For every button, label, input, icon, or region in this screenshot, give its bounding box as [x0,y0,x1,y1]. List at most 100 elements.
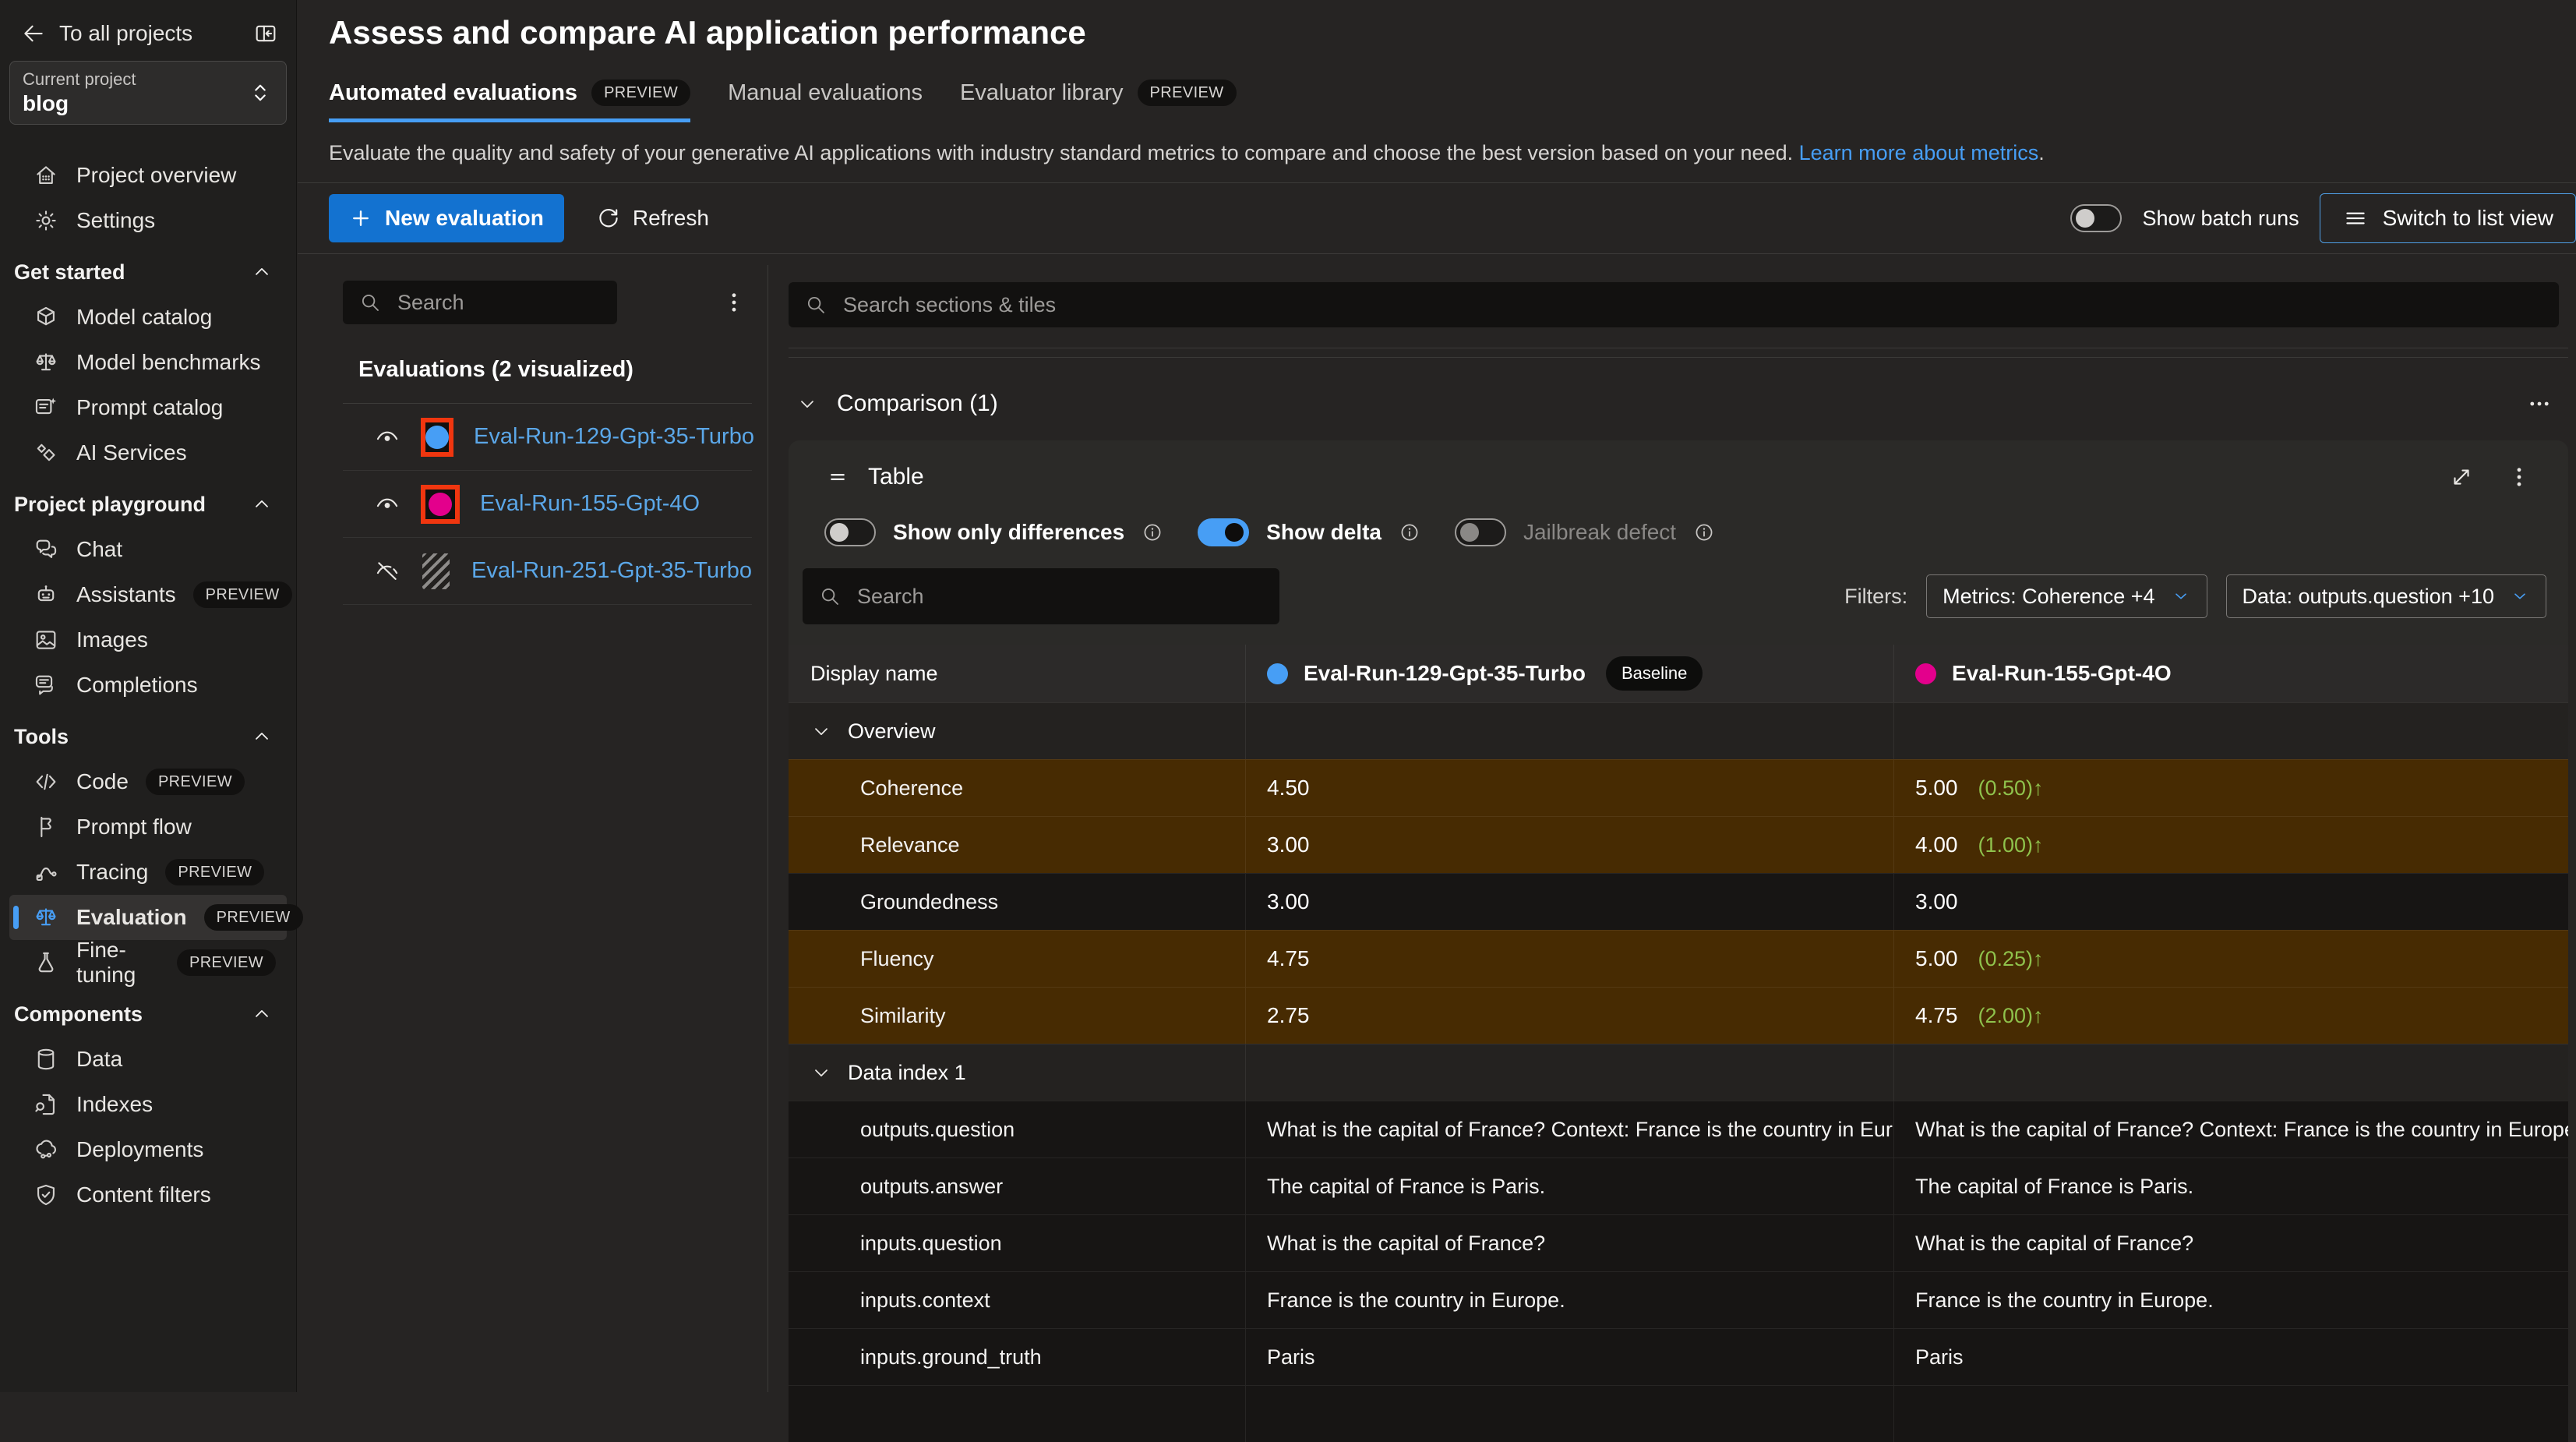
info-icon[interactable] [1399,521,1420,543]
image-icon [33,627,59,653]
project-selector[interactable]: Current project blog [9,61,287,125]
run-color-dot [1915,663,1936,684]
eye-icon[interactable] [374,424,401,451]
collapse-panel-icon[interactable] [252,20,279,47]
diamonds-icon [33,440,59,466]
info-icon[interactable] [1693,521,1715,543]
show-only-differences-toggle[interactable] [824,518,876,546]
sections-search[interactable] [789,282,2559,327]
run-name-link[interactable]: Eval-Run-155-Gpt-4O [480,491,700,517]
eye-off-icon[interactable] [374,558,401,585]
chevron-down-icon[interactable] [796,393,818,415]
show-batch-runs-toggle[interactable] [2070,204,2122,232]
evaluations-search-input[interactable] [396,290,602,316]
sidebar-item-settings[interactable]: Settings [9,198,287,243]
sidebar-item-code[interactable]: CodePREVIEW [9,759,287,804]
tab-manual-evaluations[interactable]: Manual evaluations [728,80,923,122]
new-evaluation-button[interactable]: New evaluation [329,194,564,242]
sidebar-item-content-filters[interactable]: Content filters [9,1172,287,1218]
evaluations-more-button[interactable] [716,285,752,320]
sidebar-item-data[interactable]: Data [9,1037,287,1082]
sidebar-item-deployments[interactable]: Deployments [9,1127,287,1172]
sidebar-item-tracing[interactable]: TracingPREVIEW [9,850,287,895]
tab-evaluator-library[interactable]: Evaluator library PREVIEW [960,80,1237,122]
show-delta-toggle[interactable] [1198,518,1249,546]
drag-grip-icon[interactable] [824,464,851,490]
sidebar-item-prompt-catalog[interactable]: Prompt catalog [9,385,287,430]
section-header-cell[interactable]: Overview [789,702,1245,759]
sidebar-item-ai-services[interactable]: AI Services [9,430,287,475]
show-batch-runs-label: Show batch runs [2142,207,2299,231]
tile-more-button[interactable] [2506,464,2532,490]
shield-icon [33,1182,59,1208]
table-row: Similarity2.754.75(2.00)↑ [789,987,2568,1044]
metrics-filter-dropdown[interactable]: Metrics: Coherence +4 [1926,574,2207,618]
chevron-up-icon [251,493,273,515]
docsearch-icon [33,1091,59,1118]
list-view-icon [2342,205,2369,231]
sidebar-item-model-benchmarks[interactable]: Model benchmarks [9,340,287,385]
jailbreak-defect-toggle[interactable] [1455,518,1506,546]
table-row: inputs.ground_truthParisParis [789,1328,2568,1385]
run-name: Eval-Run-129-Gpt-35-Turbo [1304,661,1586,686]
preview-badge: PREVIEW [193,581,292,608]
run-color-swatch[interactable] [421,418,453,457]
chevron-up-icon [251,726,273,748]
chevron-down-icon [2171,586,2191,606]
evaluations-search[interactable] [343,281,617,324]
metric-name-cell: Fluency [789,930,1245,987]
table-search[interactable] [803,568,1279,624]
expand-icon[interactable] [2448,464,2475,490]
evaluations-panel-top [343,281,752,324]
plus-icon [349,207,372,230]
toolbar-right: Show batch runs Switch to list view [2070,193,2576,243]
baseline-value-cell: 2.75 [1245,987,1893,1044]
run-color-swatch[interactable] [421,485,460,524]
sidebar-item-chat[interactable]: Chat [9,527,287,572]
table-search-input[interactable] [856,584,1264,610]
refresh-button[interactable]: Refresh [595,205,709,231]
scales-icon [33,904,59,931]
empty-cell [1893,1385,2568,1442]
metric-name-cell: Groundedness [789,873,1245,930]
table-row: inputs.questionWhat is the capital of Fr… [789,1214,2568,1271]
baseline-value: What is the capital of France? Context: … [1267,1118,1893,1142]
tab-automated-evaluations[interactable]: Automated evaluations PREVIEW [329,80,690,122]
sidebar-item-completions[interactable]: Completions [9,663,287,708]
sidebar-item-label: Content filters [76,1182,211,1207]
sidebar-section-components[interactable]: Components [0,991,296,1037]
switch-to-list-view-button[interactable]: Switch to list view [2320,193,2576,243]
info-icon[interactable] [1142,521,1163,543]
run-name-link[interactable]: Eval-Run-251-Gpt-35-Turbo [471,558,752,584]
sidebar-item-images[interactable]: Images [9,617,287,663]
sidebar-item-assistants[interactable]: AssistantsPREVIEW [9,572,287,617]
sidebar-section-tools[interactable]: Tools [0,714,296,759]
baseline-value: The capital of France is Paris. [1267,1175,1545,1199]
page-description: Evaluate the quality and safety of your … [329,141,2576,165]
comparison-more-button[interactable] [2521,386,2557,422]
chevron-down-icon [2510,586,2530,606]
sidebar-item-evaluation[interactable]: EvaluationPREVIEW [9,895,287,940]
sidebar-item-project-overview[interactable]: Project overview [9,153,287,198]
section-label: Overview [848,719,936,744]
run-list-item: Eval-Run-251-Gpt-35-Turbo [343,538,752,605]
sidebar-section-project-playground[interactable]: Project playground [0,482,296,527]
chevron-updown-icon [247,80,273,106]
learn-more-link[interactable]: Learn more about metrics [1799,141,2039,164]
sections-search-input[interactable] [842,292,2543,318]
run-name-link[interactable]: Eval-Run-129-Gpt-35-Turbo [474,424,754,450]
section-header-cell[interactable]: Data index 1 [789,1044,1245,1101]
empty-cell [789,1385,1245,1442]
table-body: OverviewCoherence4.505.00(0.50)↑Relevanc… [789,702,2568,1442]
sidebar-item-indexes[interactable]: Indexes [9,1082,287,1127]
tile-title: Table [868,464,924,490]
sidebar-item-model-catalog[interactable]: Model catalog [9,295,287,340]
data-filter-dropdown[interactable]: Data: outputs.question +10 [2226,574,2547,618]
sidebar-item-fine-tuning[interactable]: Fine-tuningPREVIEW [9,940,287,985]
sidebar-item-prompt-flow[interactable]: Prompt flow [9,804,287,850]
sidebar-section-get-started[interactable]: Get started [0,249,296,295]
run-hidden-swatch[interactable] [422,553,450,589]
metric-name-cell: inputs.ground_truth [789,1328,1245,1385]
eye-icon[interactable] [374,491,401,518]
back-to-projects[interactable]: To all projects [0,0,296,47]
